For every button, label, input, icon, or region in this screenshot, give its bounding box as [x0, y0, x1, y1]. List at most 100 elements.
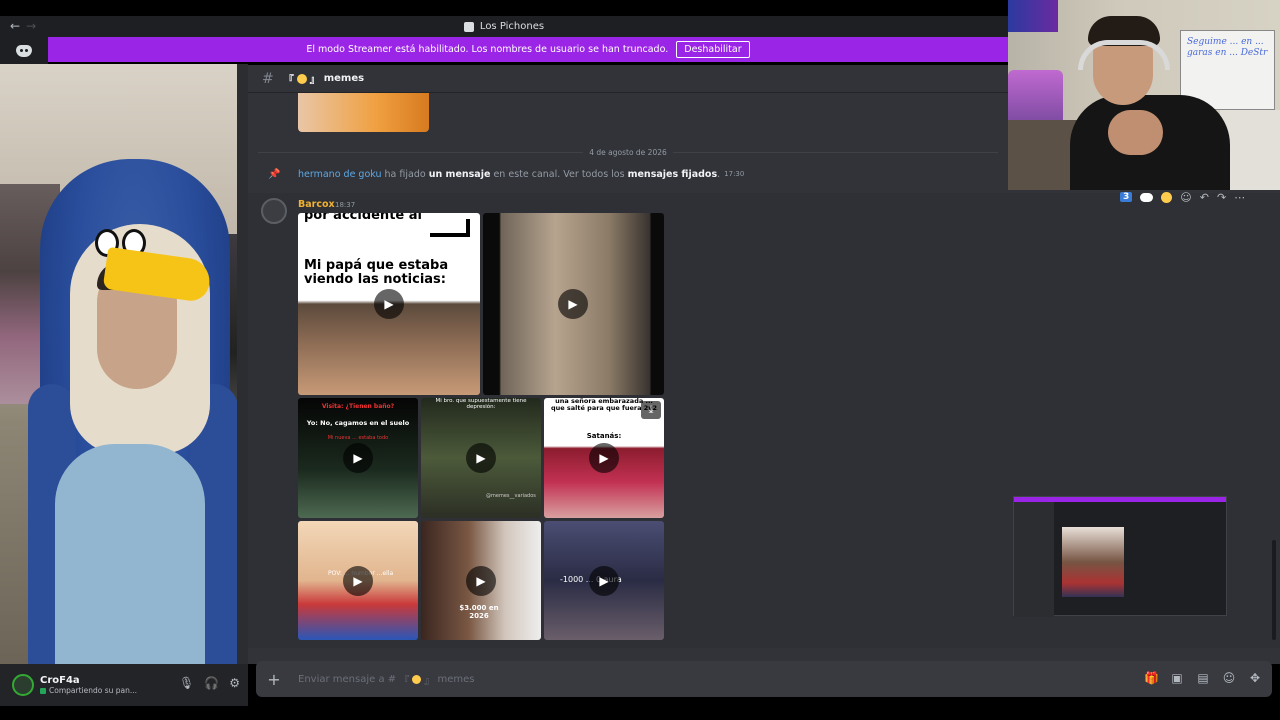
user-name: CroF4a — [40, 675, 80, 686]
more-icon[interactable]: ⋯ — [1234, 191, 1245, 204]
disable-streamer-button[interactable]: Deshabilitar — [676, 41, 750, 58]
placeholder-prefix: 『 — [399, 675, 410, 687]
voice-controls: 🎙 🎧 ⚙ — [179, 676, 240, 690]
date-divider: 4 de agosto de 2026 — [258, 146, 998, 158]
forward-icon[interactable]: ↷ — [1217, 191, 1226, 204]
headphones-icon[interactable]: 🎧 — [204, 676, 219, 690]
person-hand — [1108, 110, 1163, 155]
user-status-text: Compartiendo su pan... — [49, 686, 138, 695]
apps-icon[interactable]: ✥ — [1248, 671, 1262, 685]
eyes-emoji-icon[interactable] — [1140, 192, 1154, 202]
channel-header: # 『 』 memes — [248, 65, 1008, 93]
video-caption: Mi bro. que supuestamente tiene depresió… — [435, 398, 527, 411]
channel-hash-icon: # — [262, 70, 274, 87]
video-watermark: @memes__variados — [486, 493, 536, 499]
plus-icon[interactable]: + — [256, 670, 292, 689]
message-time: 18:37 — [335, 201, 356, 209]
play-icon[interactable]: ▶ — [343, 443, 373, 473]
pin-notice: 📌 hermano de goku ha fijado un mensaje e… — [268, 166, 1008, 182]
play-icon[interactable]: ▶ — [343, 566, 373, 596]
user-info: CroF4a Compartiendo su pan... — [40, 675, 137, 695]
channel-prefix: 『 — [283, 75, 294, 86]
video-caption: $3.000 en 2026 — [459, 604, 499, 620]
pin-text-2: en este canal. Ver todos los — [490, 168, 628, 180]
avatar[interactable] — [261, 198, 287, 224]
cast-icon — [430, 219, 470, 237]
play-icon[interactable]: ▶ — [374, 289, 404, 319]
avatar[interactable] — [12, 674, 34, 696]
window-title: Los Pichones — [479, 21, 545, 32]
gif-icon[interactable]: ▣ — [1170, 671, 1184, 685]
screen-share-icon — [40, 687, 46, 694]
video-attachment[interactable]: -1000 ... 0 aura ▶ — [544, 521, 664, 640]
history-nav: ←→ — [10, 19, 42, 33]
pinned-messages-link[interactable]: mensajes fijados — [628, 169, 718, 180]
pinned-message-link[interactable]: un mensaje — [429, 169, 491, 180]
laugh-emoji-icon[interactable] — [1161, 191, 1173, 203]
preview-media — [1062, 527, 1124, 597]
video-attachment[interactable]: Visita: ¿Tienen baño? Yo: No, cagamos en… — [298, 398, 418, 518]
placeholder-text: Enviar mensaje a # — [298, 673, 397, 685]
costume-belly — [55, 444, 205, 664]
server-icon — [463, 21, 474, 32]
video-caption: Mi papá que estaba viendo las noticias: — [304, 258, 449, 288]
placeholder-suffix: 』 — [424, 675, 435, 687]
wall-poster — [1008, 0, 1058, 32]
channel-name: memes — [323, 73, 365, 84]
webcam-left — [0, 64, 237, 664]
play-icon[interactable]: ▶ — [589, 566, 619, 596]
sticker-icon[interactable]: ▤ — [1196, 671, 1210, 685]
screen: ←→ Los Pichones El modo Streamer está ha… — [0, 0, 1280, 720]
input-placeholder: Enviar mensaje a # 『 』 memes — [298, 672, 475, 687]
date-label: 4 de agosto de 2026 — [589, 147, 667, 157]
play-icon[interactable]: ▶ — [589, 443, 619, 473]
video-attachment[interactable]: POV: ... number ...ella ▶ — [298, 521, 418, 640]
heart-eyes-emoji-icon — [412, 674, 422, 684]
scrollbar[interactable] — [1272, 540, 1276, 640]
video-caption: Satanás: — [586, 432, 622, 440]
video-caption: Visita: ¿Tienen baño? — [321, 403, 395, 410]
play-icon[interactable]: ▶ — [466, 443, 496, 473]
heart-eyes-emoji-icon — [296, 73, 307, 84]
discord-logo-icon[interactable] — [0, 37, 48, 65]
pin-icon: 📌 — [268, 169, 281, 180]
pin-text: ha fijado — [381, 168, 429, 180]
video-attachment[interactable]: ▶ — [483, 213, 664, 395]
forward-arrow-icon[interactable]: → — [26, 19, 42, 33]
video-attachment[interactable]: por accidente al Mi papá que estaba vien… — [298, 213, 480, 395]
figurines — [1008, 70, 1063, 125]
channel-suffix: 』 — [309, 75, 320, 86]
download-icon[interactable]: ⤓ — [641, 401, 661, 419]
add-reaction-icon[interactable]: ☺ — [1180, 191, 1191, 204]
pin-user[interactable]: hermano de goku — [298, 169, 382, 180]
message-actions: 3 ☺ ↶ ↷ ⋯ — [1120, 188, 1260, 206]
sidebar-edge — [237, 64, 248, 664]
reaction-count[interactable]: 3 — [1120, 192, 1133, 202]
pin-text-3: . — [717, 168, 721, 180]
video-caption: Mi nueva ... estaba todo — [327, 435, 389, 441]
streamer-mode-banner: El modo Streamer está habilitado. Los no… — [48, 37, 1008, 62]
gift-icon[interactable]: 🎁 — [1144, 671, 1159, 685]
user-status: Compartiendo su pan... — [40, 686, 137, 695]
video-caption-top: por accidente al — [304, 213, 422, 223]
gear-icon[interactable]: ⚙ — [229, 676, 240, 690]
title-bar: ←→ Los Pichones — [0, 16, 1008, 37]
message-input[interactable]: + Enviar mensaje a # 『 』 memes 🎁 ▣ ▤ ☺ ✥ — [256, 661, 1272, 697]
back-arrow-icon[interactable]: ← — [10, 19, 26, 33]
microphone-icon[interactable]: 🎙 — [179, 676, 194, 690]
video-attachment[interactable]: $3.000 en 2026 ▶ — [421, 521, 541, 640]
reply-icon[interactable]: ↶ — [1200, 191, 1209, 204]
webcam-right: Seguime ... en ... garas en ... DeStr — [1008, 0, 1280, 190]
video-attachment[interactable]: Mi bro. que supuestamente tiene depresió… — [421, 398, 541, 518]
emoji-icon[interactable]: ☺ — [1222, 671, 1236, 685]
input-tools: 🎁 ▣ ▤ ☺ ✥ — [1144, 671, 1262, 685]
stream-preview[interactable] — [1013, 496, 1227, 617]
play-icon[interactable]: ▶ — [558, 289, 588, 319]
pin-time: 17:30 — [724, 170, 745, 178]
placeholder-channel: memes — [437, 673, 475, 685]
headset — [1078, 40, 1170, 70]
previous-media-thumbnail[interactable] — [298, 93, 429, 132]
message-author[interactable]: Barcox — [298, 199, 335, 210]
banner-text: El modo Streamer está habilitado. Los no… — [306, 44, 669, 55]
play-icon[interactable]: ▶ — [466, 566, 496, 596]
